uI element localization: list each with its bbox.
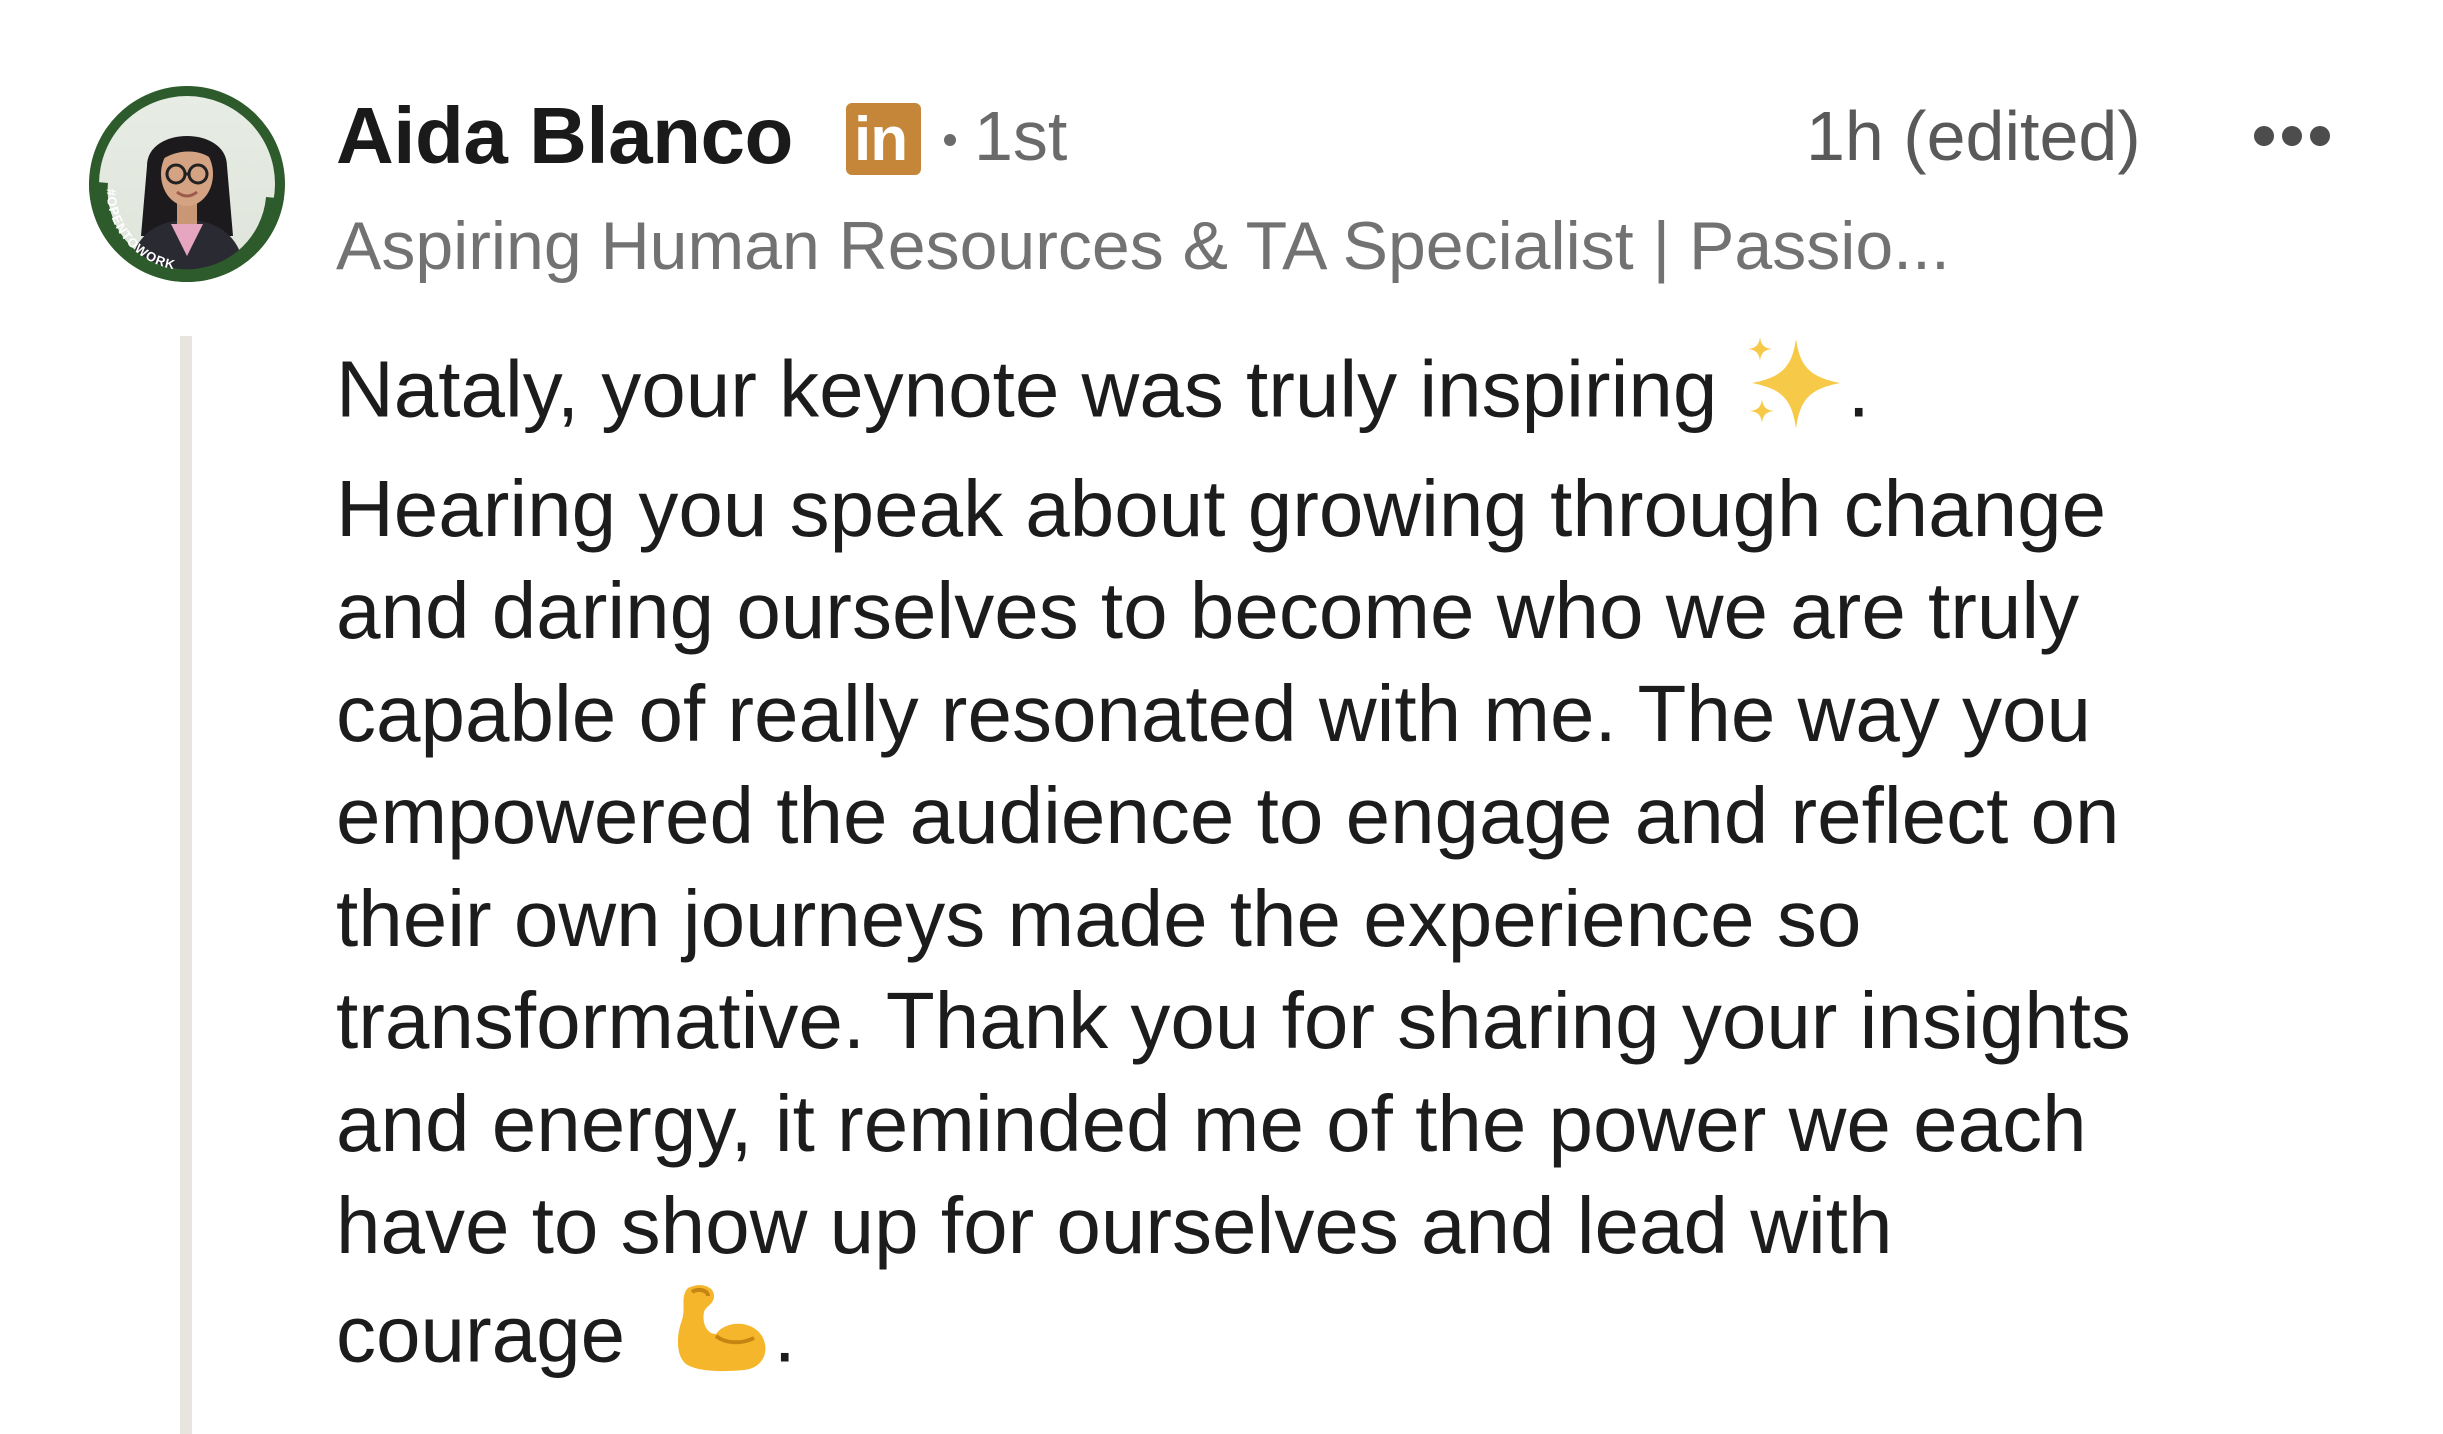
comment-line: and energy, it reminded me of the power …: [336, 1078, 2087, 1168]
more-dot-icon: [2282, 126, 2302, 146]
connection-degree: 1st: [974, 97, 1068, 175]
flexed-biceps-icon: [670, 1278, 774, 1403]
author-headline: Aspiring Human Resources & TA Specialist…: [336, 208, 1950, 284]
comment-line: courage .: [336, 1278, 2416, 1403]
opentowork-frame: #OPENTOWORK: [89, 181, 285, 282]
author-name[interactable]: Aida Blanco: [336, 88, 793, 184]
comment-line: Nataly, your keynote was truly inspiring…: [336, 333, 2416, 458]
sparkles-icon: [1740, 333, 1848, 458]
linkedin-badge-text: in: [854, 105, 908, 174]
thread-line: [180, 336, 192, 1434]
separator-dot: [944, 134, 956, 146]
comment-line: and daring ourselves to become who we ar…: [336, 566, 2080, 655]
comment-body: Nataly, your keynote was truly inspiring…: [336, 333, 2416, 1402]
comment-line: their own journeys made the experience s…: [336, 873, 1862, 963]
more-dot-icon: [2310, 126, 2330, 146]
comment-line: Hearing you speak about growing through …: [336, 463, 2107, 553]
comment-line: have to show up for ourselves and lead w…: [336, 1181, 1893, 1270]
comment-line: empowered the audience to engage and ref…: [336, 771, 2120, 860]
more-options-button[interactable]: [2240, 118, 2344, 158]
linkedin-badge-icon: in: [846, 103, 921, 175]
avatar[interactable]: #OPENTOWORK: [89, 86, 285, 282]
more-dot-icon: [2254, 126, 2274, 146]
comment-line: transformative. Thank you for sharing yo…: [336, 976, 2131, 1065]
comment-line: capable of really resonated with me. The…: [336, 668, 2092, 758]
comment-timestamp: 1h (edited): [1806, 97, 2141, 175]
